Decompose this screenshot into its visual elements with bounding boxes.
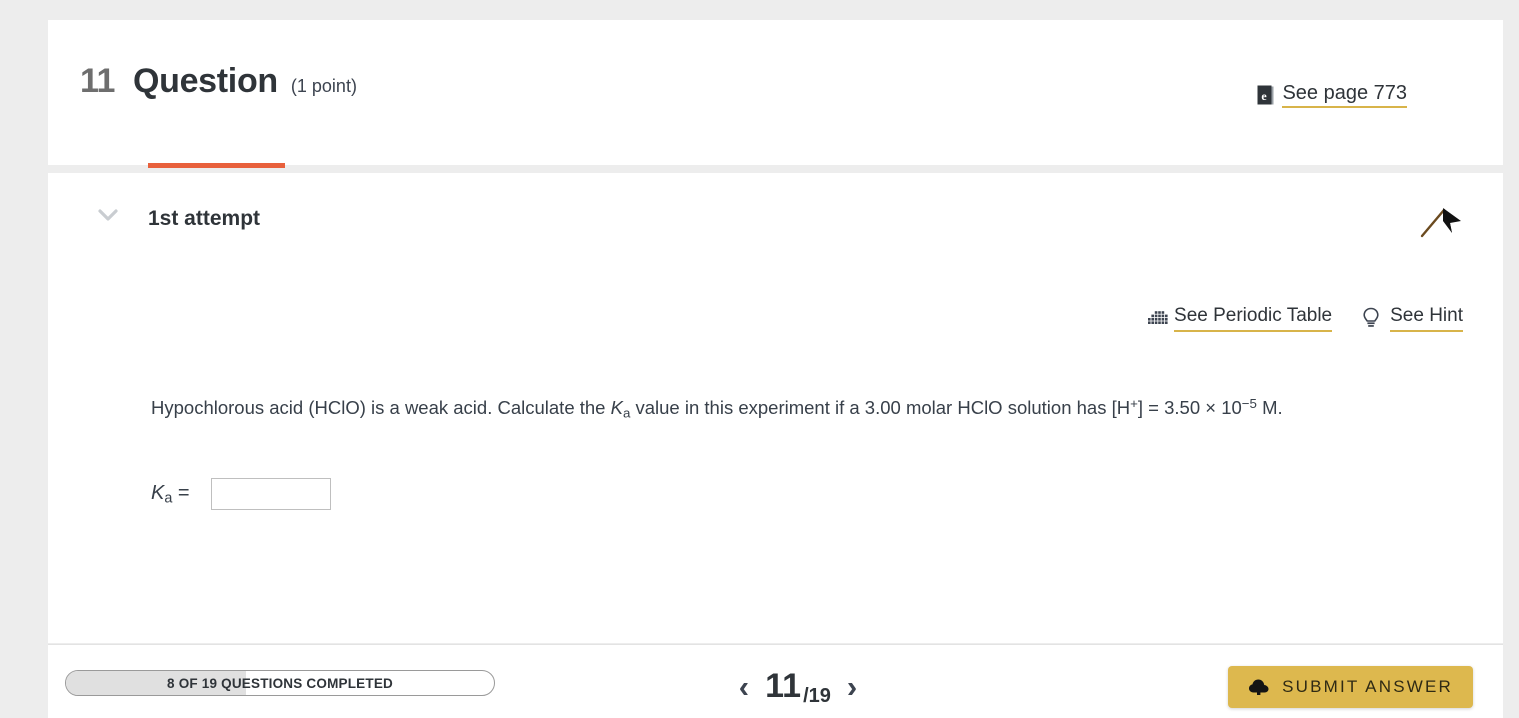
answer-label-k: K <box>151 481 165 504</box>
question-number: 11 <box>80 62 115 100</box>
question-header-card: 11 Question (1 point) e See page 773 <box>48 20 1503 165</box>
hydrogen-charge-sup: + <box>1130 396 1138 411</box>
tools-row: See Periodic Table See Hint <box>1148 305 1463 332</box>
svg-text:e: e <box>1262 89 1268 103</box>
question-text-part1: Hypochlorous acid (HClO) is a weak acid.… <box>151 396 611 418</box>
question-word: Question <box>132 62 278 100</box>
chevron-left-icon[interactable]: ‹ <box>735 671 753 702</box>
progress-bar: 8 OF 19 QUESTIONS COMPLETED <box>65 670 495 696</box>
ka-symbol-k: K <box>610 396 623 418</box>
attempt-label: 1st attempt <box>148 207 261 230</box>
current-question-number: 11 <box>765 667 802 705</box>
question-text-part3: ] = 3.50 × 10 <box>1137 396 1242 418</box>
question-points: (1 point) <box>290 76 357 96</box>
progress-bar-label: 8 OF 19 QUESTIONS COMPLETED <box>167 675 393 691</box>
chevron-right-icon[interactable]: › <box>843 671 861 702</box>
see-page-label: See page 773 <box>1282 82 1407 108</box>
answer-input[interactable] <box>210 478 331 510</box>
see-periodic-table-link[interactable]: See Periodic Table <box>1148 305 1333 332</box>
page-title: 11 Question (1 point) <box>80 62 357 101</box>
submit-answer-button[interactable]: SUBMIT ANSWER <box>1228 666 1473 708</box>
see-page-link[interactable]: e See page 773 <box>1257 82 1407 108</box>
lightbulb-icon <box>1362 307 1380 329</box>
active-tab-indicator <box>148 163 285 168</box>
answer-row: Ka = <box>151 478 331 510</box>
total-question-count: /19 <box>803 685 831 707</box>
pagination: ‹ 11 /19 › <box>698 663 898 709</box>
flag-icon[interactable] <box>1419 203 1465 239</box>
see-periodic-table-label: See Periodic Table <box>1174 305 1333 332</box>
question-text: Hypochlorous acid (HClO) is a weak acid.… <box>151 389 1396 428</box>
question-page: 11 Question (1 point) e See page 773 1st… <box>0 0 1519 718</box>
see-hint-label: See Hint <box>1390 305 1463 332</box>
periodic-table-icon <box>1148 309 1168 327</box>
exponent-sup: −5 <box>1241 396 1257 411</box>
question-text-part2: value in this experiment if a 3.00 molar… <box>630 396 1131 418</box>
answer-label-equals: = <box>172 481 190 504</box>
chevron-down-icon[interactable] <box>98 209 118 222</box>
ebook-icon: e <box>1257 85 1274 105</box>
question-footer: 8 OF 19 QUESTIONS COMPLETED ‹ 11 /19 › S… <box>48 644 1503 718</box>
answer-label: Ka = <box>151 482 190 507</box>
attempt-row: 1st attempt <box>48 187 1503 239</box>
see-hint-link[interactable]: See Hint <box>1362 305 1463 332</box>
submit-answer-label: SUBMIT ANSWER <box>1282 677 1453 696</box>
question-body-card: 1st attempt See Periodic Table See Hint … <box>48 173 1503 643</box>
upload-cloud-icon <box>1248 678 1270 696</box>
question-text-part4: M. <box>1256 396 1283 418</box>
